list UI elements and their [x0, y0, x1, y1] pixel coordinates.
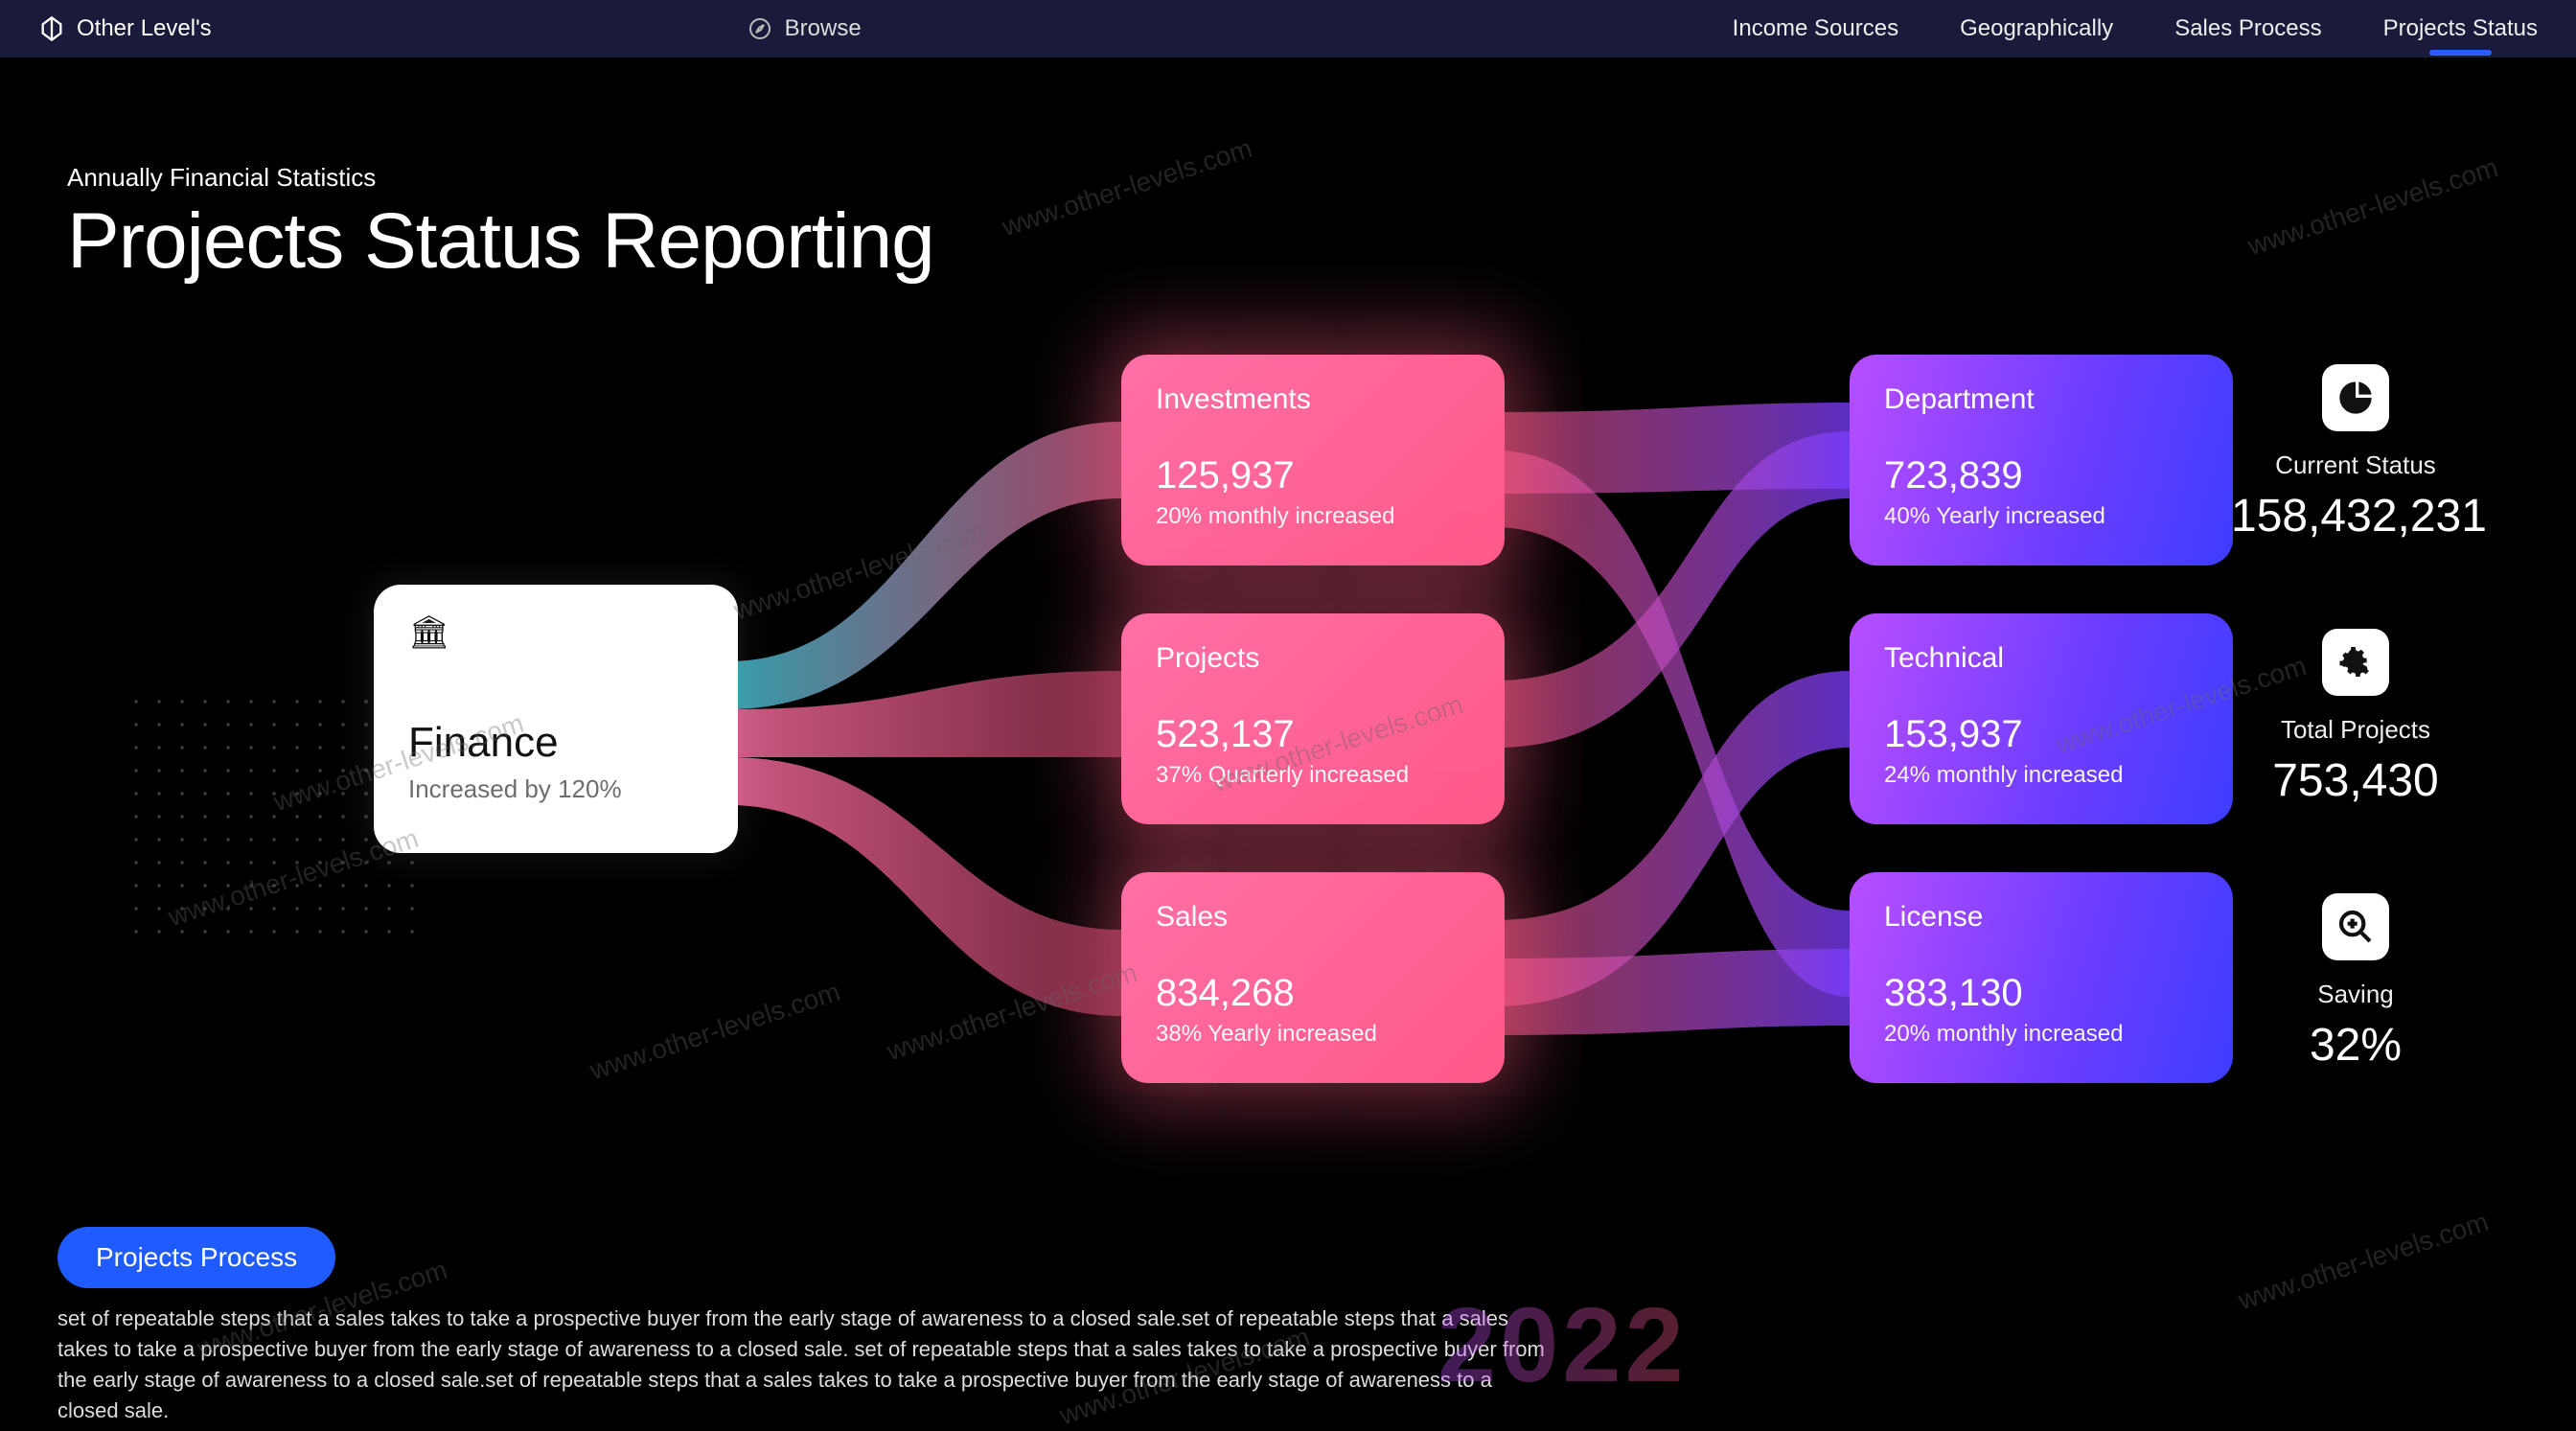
browse-link[interactable]: Browse	[748, 15, 862, 42]
page-title: Projects Status Reporting	[67, 196, 934, 287]
watermark-text: www.other-levels.com	[2235, 1207, 2493, 1317]
card-label: Investments	[1156, 383, 1470, 416]
year-watermark: 2022	[1438, 1284, 1688, 1406]
brand-name: Other Level's	[77, 15, 212, 42]
card-label: Department	[1884, 383, 2198, 416]
source-name: Finance	[408, 719, 703, 767]
nav-link-income-sources[interactable]: Income Sources	[1733, 15, 1898, 42]
nav-link-projects-status[interactable]: Projects Status	[2383, 15, 2538, 42]
card-sub: 38% Yearly increased	[1156, 1021, 1470, 1048]
nav-link-sales-process[interactable]: Sales Process	[2174, 15, 2321, 42]
footer-description: set of repeatable steps that a sales tak…	[58, 1304, 1552, 1426]
source-sub: Increased by 120%	[408, 774, 703, 804]
brand-logo-icon	[38, 15, 65, 42]
nav-link-geographically[interactable]: Geographically	[1960, 15, 2113, 42]
right-card-license[interactable]: License 383,130 20% monthly increased	[1850, 872, 2233, 1083]
stats-column: Current Status 158,432,231 Total Project…	[2231, 364, 2480, 1072]
right-card-department[interactable]: Department 723,839 40% Yearly increased	[1850, 355, 2233, 565]
compass-icon	[748, 17, 771, 40]
card-value: 834,268	[1156, 972, 1470, 1015]
stat-value: 32%	[2231, 1019, 2480, 1072]
search-icon	[2322, 893, 2389, 960]
card-value: 723,839	[1884, 454, 2198, 497]
page-subtitle: Annually Financial Statistics	[67, 163, 934, 193]
mid-card-sales[interactable]: Sales 834,268 38% Yearly increased	[1121, 872, 1505, 1083]
projects-process-button[interactable]: Projects Process	[58, 1227, 335, 1288]
stat-name: Saving	[2231, 980, 2480, 1009]
top-nav: Other Level's Browse Income Sources Geog…	[0, 0, 2576, 58]
pie-icon	[2322, 364, 2389, 431]
stat-value: 753,430	[2231, 754, 2480, 807]
card-value: 153,937	[1884, 713, 2198, 756]
card-sub: 40% Yearly increased	[1884, 503, 2198, 530]
brand[interactable]: Other Level's	[38, 15, 212, 42]
stat-total-projects: Total Projects 753,430	[2231, 629, 2480, 807]
nav-links: Income Sources Geographically Sales Proc…	[1733, 15, 2538, 42]
stat-name: Total Projects	[2231, 715, 2480, 745]
stat-value: 158,432,231	[2231, 490, 2480, 542]
source-card-finance[interactable]: 🏛 Finance Increased by 120%	[374, 585, 738, 853]
card-sub: 37% Quarterly increased	[1156, 762, 1470, 789]
card-sub: 24% monthly increased	[1884, 762, 2198, 789]
right-card-technical[interactable]: Technical 153,937 24% monthly increased	[1850, 613, 2233, 824]
gear-icon	[2322, 629, 2389, 696]
bank-icon: 🏛	[408, 614, 449, 651]
mid-card-investments[interactable]: Investments 125,937 20% monthly increase…	[1121, 355, 1505, 565]
page-header: Annually Financial Statistics Projects S…	[67, 163, 934, 287]
watermark-text: www.other-levels.com	[2244, 152, 2502, 263]
card-value: 383,130	[1884, 972, 2198, 1015]
card-sub: 20% monthly increased	[1884, 1021, 2198, 1048]
card-label: Projects	[1156, 642, 1470, 675]
card-label: Sales	[1156, 901, 1470, 934]
browse-label: Browse	[785, 15, 862, 42]
stat-saving: Saving 32%	[2231, 893, 2480, 1072]
card-label: Technical	[1884, 642, 2198, 675]
mid-card-projects[interactable]: Projects 523,137 37% Quarterly increased	[1121, 613, 1505, 824]
sankey-flow: 🏛 Finance Increased by 120% Investments …	[335, 345, 2252, 1093]
card-value: 523,137	[1156, 713, 1470, 756]
card-sub: 20% monthly increased	[1156, 503, 1470, 530]
stat-current-status: Current Status 158,432,231	[2231, 364, 2480, 542]
card-value: 125,937	[1156, 454, 1470, 497]
stat-name: Current Status	[2231, 450, 2480, 480]
card-label: License	[1884, 901, 2198, 934]
watermark-text: www.other-levels.com	[999, 133, 1256, 243]
